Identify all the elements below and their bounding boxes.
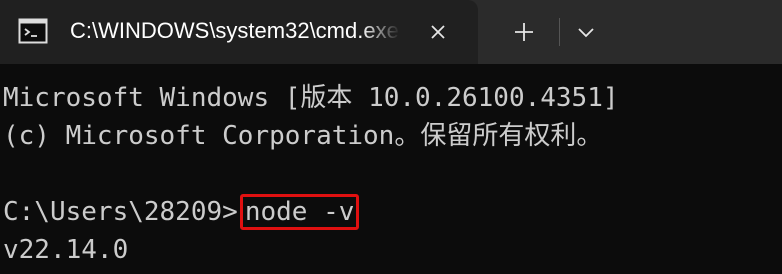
console-prompt-line: C:\Users\28209> node -v bbox=[3, 194, 360, 230]
tab-cmd[interactable]: C:\WINDOWS\system32\cmd.exe bbox=[0, 0, 478, 64]
console-output[interactable]: Microsoft Windows [版本 10.0.26100.4351] (… bbox=[0, 64, 782, 274]
new-tab-button[interactable] bbox=[506, 14, 542, 50]
chevron-down-icon bbox=[578, 28, 594, 38]
close-icon[interactable] bbox=[422, 16, 454, 48]
toolbar-divider bbox=[559, 18, 560, 46]
profile-dropdown-button[interactable] bbox=[568, 14, 604, 50]
console-line-output: v22.14.0 bbox=[3, 235, 129, 265]
tab-strip: C:\WINDOWS\system32\cmd.exe bbox=[0, 0, 782, 64]
console-line-version: Microsoft Windows [版本 10.0.26100.4351] bbox=[3, 83, 619, 113]
terminal-window: C:\WINDOWS\system32\cmd.exe Microsoft Wi… bbox=[0, 0, 782, 274]
command-prompt: C:\Users\28209> bbox=[3, 197, 238, 227]
command-text: node -v bbox=[239, 194, 360, 230]
plus-icon bbox=[515, 23, 533, 41]
terminal-icon bbox=[18, 18, 48, 44]
console-line-copyright: (c) Microsoft Corporation。保留所有权利。 bbox=[3, 121, 603, 151]
tab-title: C:\WINDOWS\system32\cmd.exe bbox=[70, 18, 399, 43]
